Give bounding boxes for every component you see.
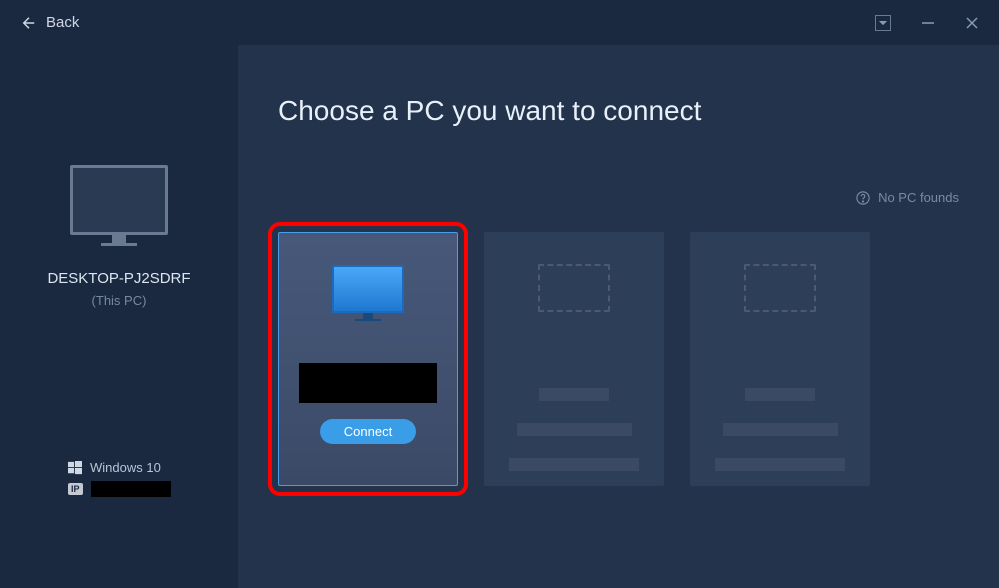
minimize-button[interactable] [921, 16, 935, 30]
help-icon [856, 191, 870, 205]
ip-badge: IP [68, 483, 83, 495]
pc-monitor-placeholder-icon [538, 264, 610, 318]
pc-cards-row: Connect [278, 232, 959, 486]
window-controls [875, 15, 979, 31]
main-panel: Choose a PC you want to connect No PC fo… [238, 45, 999, 588]
pc-card-placeholder [690, 232, 870, 486]
close-button[interactable] [965, 16, 979, 30]
no-pc-found-link[interactable]: No PC founds [856, 190, 959, 205]
connect-button[interactable]: Connect [320, 419, 416, 444]
back-label: Back [46, 14, 79, 31]
pc-name-redacted [299, 363, 437, 403]
chevron-down-icon [879, 19, 887, 27]
placeholder-content [690, 388, 870, 471]
windows-icon [68, 461, 82, 475]
content-area: DESKTOP-PJ2SDRF (This PC) Windows 10 IP … [0, 45, 999, 588]
back-button[interactable]: Back [20, 14, 79, 32]
this-pc-sublabel: (This PC) [92, 293, 147, 308]
pc-info: Windows 10 IP [68, 460, 171, 503]
ip-value-redacted [91, 481, 171, 497]
back-arrow-icon [20, 14, 38, 32]
dropdown-button[interactable] [875, 15, 891, 31]
sidebar: DESKTOP-PJ2SDRF (This PC) Windows 10 IP [0, 45, 238, 588]
no-pc-found-label: No PC founds [878, 190, 959, 205]
os-label: Windows 10 [90, 460, 161, 475]
page-title: Choose a PC you want to connect [278, 95, 959, 127]
pc-monitor-placeholder-icon [744, 264, 816, 318]
pc-monitor-icon [332, 265, 404, 319]
pc-card-placeholder [484, 232, 664, 486]
this-pc-monitor-icon [70, 165, 168, 235]
pc-card-available[interactable]: Connect [278, 232, 458, 486]
this-pc-name: DESKTOP-PJ2SDRF [47, 270, 190, 287]
titlebar: Back [0, 0, 999, 45]
placeholder-content [484, 388, 664, 471]
